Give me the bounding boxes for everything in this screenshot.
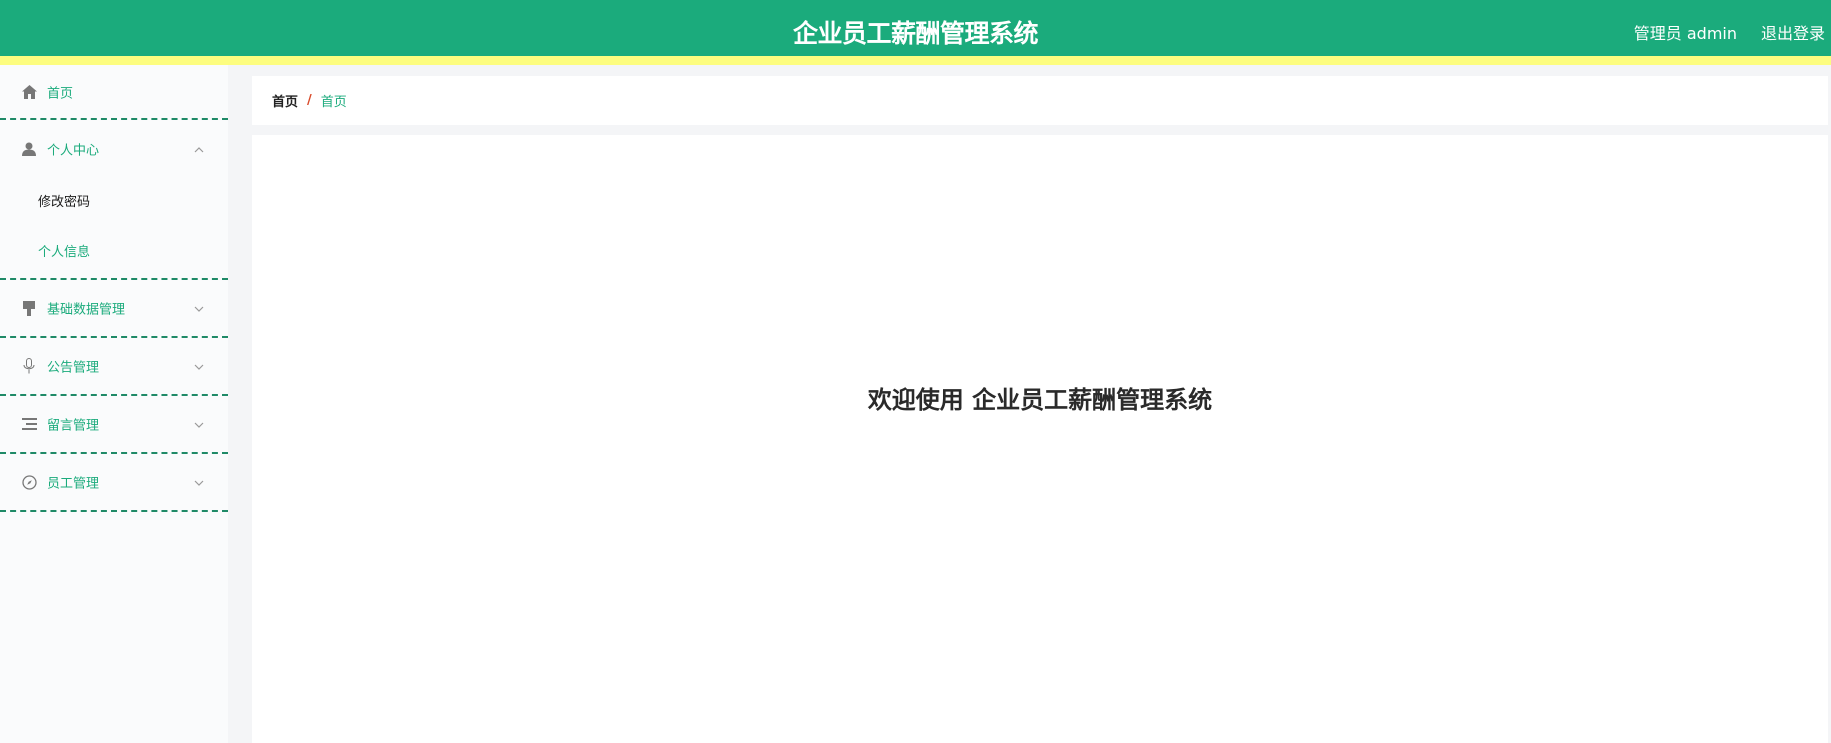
chevron-down-icon bbox=[194, 419, 204, 429]
list-icon bbox=[21, 416, 37, 432]
breadcrumb: 首页 / 首页 bbox=[252, 76, 1828, 125]
sidebar-item-label: 基础数据管理 bbox=[47, 302, 126, 318]
chevron-down-icon bbox=[194, 303, 204, 313]
breadcrumb-separator: / bbox=[307, 93, 312, 108]
sidebar-item-personal-center[interactable]: 个人中心 bbox=[0, 120, 228, 178]
current-user-label: 管理员 admin bbox=[1633, 24, 1737, 43]
sidebar-item-employees[interactable]: 员工管理 bbox=[0, 454, 228, 512]
top-header: 企业员工薪酬管理系统 管理员 admin 退出登录 bbox=[0, 0, 1831, 65]
sidebar-subitem-personal-info[interactable]: 个人信息 bbox=[0, 228, 228, 278]
chevron-down-icon bbox=[194, 477, 204, 487]
sidebar-item-home[interactable]: 首页 bbox=[0, 65, 228, 120]
compass-icon bbox=[21, 474, 37, 490]
sidebar-item-label: 员工管理 bbox=[47, 476, 100, 492]
sidebar-item-label: 留言管理 bbox=[47, 418, 100, 434]
microphone-icon bbox=[21, 358, 37, 374]
main-content: 欢迎使用 企业员工薪酬管理系统 bbox=[252, 135, 1828, 743]
sidebar-subitem-change-password[interactable]: 修改密码 bbox=[0, 178, 228, 228]
sidebar-item-basic-data[interactable]: 基础数据管理 bbox=[0, 280, 228, 338]
welcome-message: 欢迎使用 企业员工薪酬管理系统 bbox=[867, 386, 1213, 414]
brush-icon bbox=[21, 300, 37, 316]
chevron-down-icon bbox=[194, 361, 204, 371]
logout-button[interactable]: 退出登录 bbox=[1761, 20, 1825, 44]
sidebar-group-personal: 个人中心 修改密码 个人信息 bbox=[0, 120, 228, 280]
chevron-up-icon bbox=[194, 144, 204, 154]
sidebar: 首页 个人中心 修改密码 个人信息 基础数据管理 公告管理 留言管理 员工管理 bbox=[0, 65, 228, 743]
user-icon bbox=[21, 141, 37, 157]
sidebar-item-label: 公告管理 bbox=[47, 360, 100, 376]
app-title: 企业员工薪酬管理系统 bbox=[792, 19, 1039, 48]
breadcrumb-home-link[interactable]: 首页 bbox=[272, 91, 298, 110]
sidebar-item-notices[interactable]: 公告管理 bbox=[0, 338, 228, 396]
home-icon bbox=[21, 84, 37, 100]
breadcrumb-current: 首页 bbox=[320, 95, 347, 110]
sidebar-item-label: 个人中心 bbox=[47, 143, 100, 159]
sidebar-item-label: 首页 bbox=[47, 86, 74, 101]
sidebar-item-messages[interactable]: 留言管理 bbox=[0, 396, 228, 454]
